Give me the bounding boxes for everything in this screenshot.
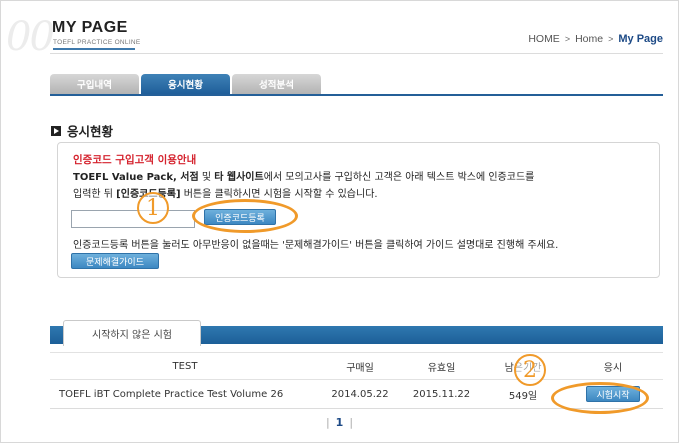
notice-text: TOEFL Value Pack, 서점 (73, 172, 199, 183)
troubleshoot-guide-button[interactable]: 문제해결가이드 (71, 253, 159, 269)
header-divider (50, 53, 663, 54)
notice-line-3: 인증코드등록 버튼을 눌러도 아무반응이 없을때는 '문제해결가이드' 버튼을 … (73, 240, 559, 251)
pagination-divider: | (349, 416, 354, 429)
section-title: 응시현황 (67, 124, 114, 139)
breadcrumb-home[interactable]: HOME (528, 33, 560, 45)
tab-test-status[interactable]: 응시현황 (141, 74, 230, 94)
subtitle-underline (53, 48, 135, 50)
notice-line-1: TOEFL Value Pack, 서점 및 타 웹사이트에서 모의고사를 구입… (73, 168, 534, 183)
table-header-row: TEST 구매일 유효일 남은기간 응시 (50, 352, 663, 380)
tab-not-started-tests[interactable]: 시작하지 않은 시험 (63, 320, 201, 346)
notice-text: 에서 모의고사를 구입하신 고객은 아래 텍스트 박스에 인증코드를 (263, 172, 535, 183)
section-header: 응시현황 (51, 121, 113, 140)
cell-valid-date: 2015.11.22 (400, 379, 483, 409)
notice-text: 버튼을 클릭하시면 시험을 시작할 수 있습니다. (180, 189, 378, 200)
annotation-number-2: 2 (514, 354, 546, 386)
tab-score-analysis[interactable]: 성적분석 (232, 74, 321, 94)
highlight-ring-register (192, 199, 298, 233)
page-subtitle: TOEFL PRACTICE ONLINE (53, 39, 141, 46)
header-bg-number: 00 (6, 14, 55, 60)
notice-text: 및 (198, 172, 215, 183)
notice-title: 인증코드 구입고객 이용안내 (73, 154, 197, 166)
chevron-right-icon: > (564, 34, 571, 44)
notice-text: 타 웹사이트 (214, 172, 264, 183)
page-link-current[interactable]: 1 (336, 416, 344, 429)
col-valid-date: 유효일 (400, 352, 483, 380)
col-action: 응시 (563, 352, 663, 380)
col-purchase-date: 구매일 (320, 352, 400, 380)
chevron-right-icon: > (608, 34, 614, 44)
breadcrumb-current: My Page (618, 33, 663, 45)
tab-underline (50, 94, 663, 96)
notice-line-2: 입력한 뒤 [인증코드등록] 버튼을 클릭하시면 시험을 시작할 수 있습니다. (73, 185, 378, 200)
cell-purchase-date: 2014.05.22 (320, 379, 400, 409)
breadcrumb: HOME > Home > My Page (528, 33, 663, 45)
tab-purchase-history[interactable]: 구입내역 (50, 74, 139, 94)
tab-bar: 구입내역 응시현황 성적분석 (50, 74, 321, 94)
breadcrumb-home2[interactable]: Home (575, 33, 603, 45)
highlight-ring-start (551, 382, 649, 414)
play-square-icon (51, 125, 61, 136)
pagination-divider: | (325, 416, 330, 429)
auth-code-input[interactable] (71, 210, 195, 228)
notice-text: 입력한 뒤 (73, 189, 117, 200)
cell-test-name: TOEFL iBT Complete Practice Test Volume … (50, 379, 320, 409)
page-title: MY PAGE (52, 19, 128, 36)
annotation-number-1: 1 (137, 192, 169, 224)
col-test: TEST (50, 352, 320, 380)
pagination: | 1 | (0, 416, 679, 429)
